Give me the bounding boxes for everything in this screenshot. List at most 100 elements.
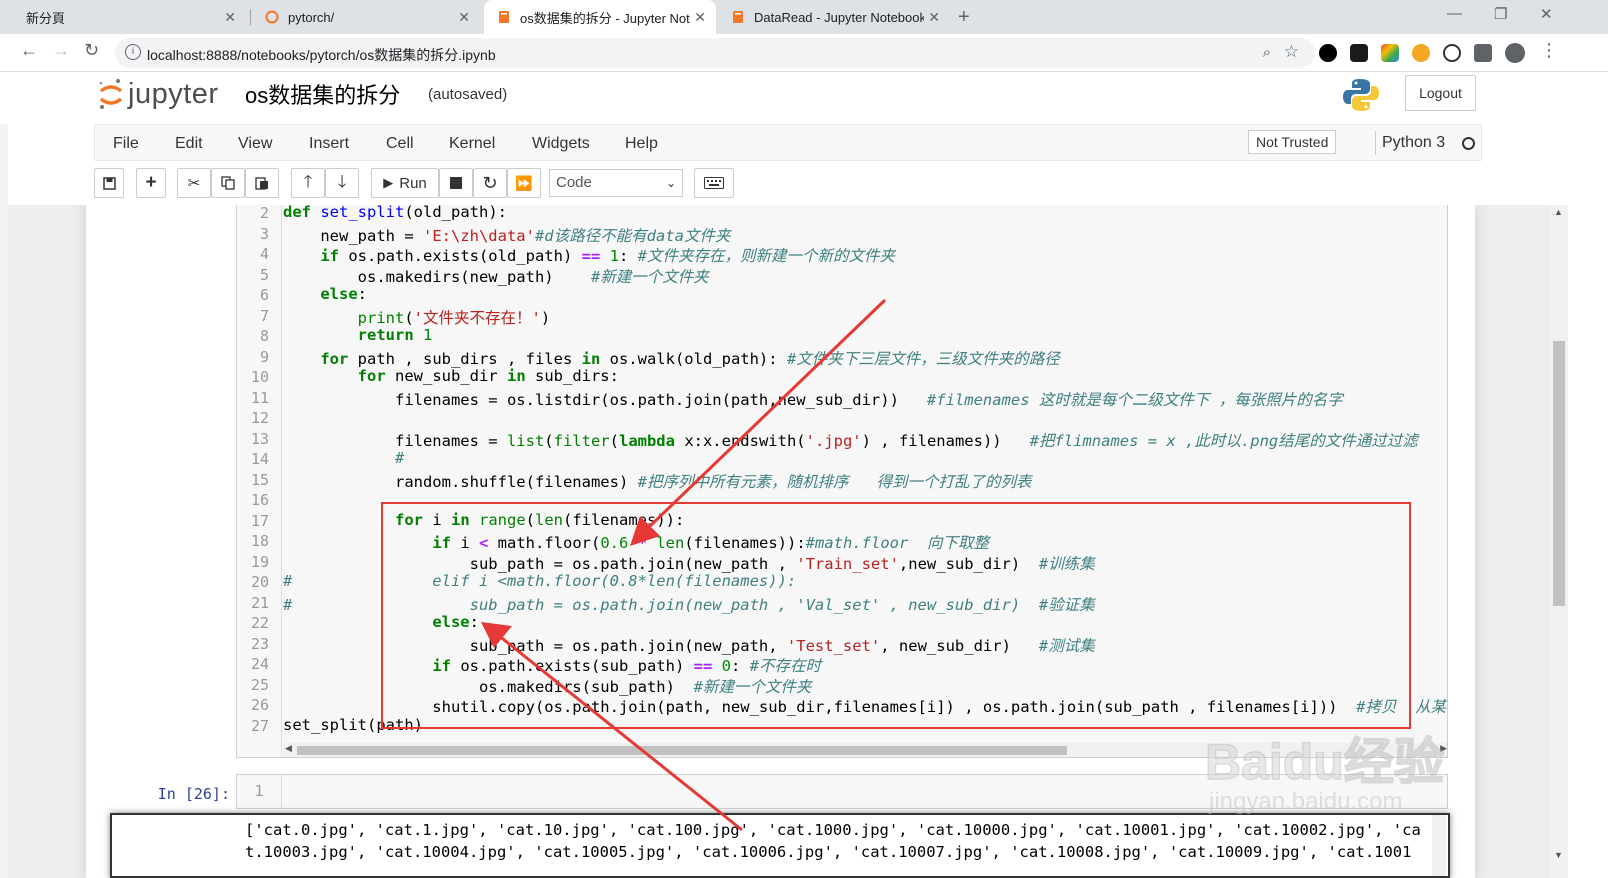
extension-icon[interactable]	[1412, 44, 1430, 62]
menu-kernel[interactable]: Kernel	[449, 135, 495, 153]
url-omnibox[interactable]: i localhost:8888/notebooks/pytorch/os数据集…	[115, 38, 1315, 68]
cell-type-value: Code	[556, 174, 592, 191]
close-icon[interactable]: ✕	[458, 9, 470, 26]
code-line[interactable]: else:	[283, 613, 479, 631]
tab-title: 新分頁	[26, 10, 66, 26]
cell-type-select[interactable]: Code ⌄	[549, 169, 683, 197]
line-number: 25	[250, 675, 269, 694]
extension-icon[interactable]	[1443, 44, 1461, 62]
horizontal-scroll-thumb[interactable]	[297, 746, 1067, 755]
code-line[interactable]: for i in range(len(filenames)):	[283, 511, 684, 529]
vertical-scroll-thumb[interactable]	[1553, 341, 1565, 606]
extension-icon[interactable]	[1319, 44, 1337, 62]
code-line[interactable]: for path , sub_dirs , files in os.walk(o…	[283, 347, 1059, 369]
page-vertical-scrollbar[interactable]: ▲ ▼	[1550, 205, 1568, 878]
cell-prompt: In [26]:	[157, 785, 230, 803]
code-line[interactable]: print('文件夹不存在！')	[283, 306, 551, 328]
scroll-down-icon[interactable]: ▼	[1554, 850, 1563, 860]
code-line[interactable]: os.makedirs(new_path) #新建一个文件夹	[283, 265, 709, 287]
left-edge-strip	[0, 72, 8, 878]
code-line[interactable]: filenames = os.listdir(os.path.join(path…	[283, 388, 1343, 410]
url-text[interactable]: localhost:8888/notebooks/pytorch/os数据集的拆…	[147, 45, 496, 65]
paste-icon[interactable]	[245, 168, 279, 198]
menu-cell[interactable]: Cell	[386, 135, 414, 153]
code-line[interactable]: if os.path.exists(sub_path) == 0: #不存在时	[283, 654, 821, 676]
scroll-left-icon[interactable]: ◀	[285, 743, 292, 754]
back-icon[interactable]: ←	[20, 40, 38, 61]
close-window-button[interactable]: ✕	[1540, 5, 1553, 23]
line-number: 8	[259, 327, 269, 345]
code-line[interactable]: return 1	[283, 326, 433, 344]
code-line[interactable]: for new_sub_dir in sub_dirs:	[283, 367, 619, 385]
puzzle-extensions-icon[interactable]	[1474, 44, 1492, 62]
site-info-icon[interactable]: i	[125, 44, 141, 60]
profile-avatar-icon[interactable]	[1505, 43, 1525, 63]
bookmark-star-icon[interactable]: ☆	[1284, 42, 1299, 62]
extension-icon[interactable]	[1350, 44, 1368, 62]
code-line[interactable]: sub_path = os.path.join(new_path, 'Test_…	[283, 634, 1095, 656]
reload-icon[interactable]: ↻	[84, 40, 99, 61]
code-line[interactable]: filenames = list(filter(lambda x:x.endsw…	[283, 429, 1418, 451]
output-scrollbar[interactable]	[1432, 815, 1446, 876]
code-line[interactable]: shutil.copy(os.path.join(path, new_sub_d…	[283, 695, 1446, 717]
new-tab-button[interactable]: +	[958, 6, 970, 29]
maximize-button[interactable]: ❐	[1494, 5, 1507, 23]
keyboard-shortcuts-icon[interactable]	[694, 168, 734, 198]
menu-view[interactable]: View	[238, 135, 272, 153]
menu-widgets[interactable]: Widgets	[532, 135, 590, 153]
forward-icon[interactable]: →	[52, 40, 70, 61]
code-line[interactable]: # elif i <math.floor(0.8*len(filenames))…	[283, 572, 796, 590]
tab-pytorch[interactable]: pytorch/ ✕	[252, 0, 480, 34]
stop-icon[interactable]	[439, 168, 473, 198]
code-line[interactable]: if os.path.exists(old_path) == 1: #文件夹存在…	[283, 244, 895, 266]
tab-new-tab[interactable]: 新分頁 ✕	[14, 0, 246, 34]
kernel-name[interactable]: Python 3	[1382, 134, 1445, 152]
jupyter-logo[interactable]: jupyter	[98, 77, 219, 111]
extension-icon[interactable]	[1381, 44, 1399, 62]
add-cell-icon[interactable]: +	[136, 168, 166, 198]
menu-file[interactable]: File	[113, 135, 139, 153]
code-line[interactable]: new_path = 'E:\zh\data'#d该路径不能有data文件夹	[283, 224, 730, 246]
kernel-separator	[1375, 131, 1376, 155]
copy-icon[interactable]	[211, 168, 245, 198]
menu-edit[interactable]: Edit	[175, 135, 203, 153]
close-icon[interactable]: ✕	[224, 9, 236, 26]
code-line[interactable]: sub_path = os.path.join(new_path , 'Trai…	[283, 552, 1095, 574]
code-line[interactable]: # sub_path = os.path.join(new_path , 'Va…	[283, 593, 1095, 615]
line-number: 10	[250, 368, 269, 386]
move-down-icon[interactable]: 🡓	[325, 168, 359, 198]
trust-status-button[interactable]: Not Trusted	[1248, 130, 1337, 154]
menu-insert[interactable]: Insert	[309, 135, 349, 153]
tab-dataread-notebook[interactable]: DataRead - Jupyter Notebook ✕	[718, 0, 950, 34]
code-cell[interactable]: 2 3 4 5 6 7 8 9 10 11 12 13 14 15 16 17 …	[236, 205, 1448, 758]
code-line[interactable]: random.shuffle(filenames) #把序列中所有元素，随机排序…	[283, 470, 1031, 492]
zoom-icon[interactable]: ⌕	[1263, 44, 1271, 61]
horizontal-scrollbar[interactable]: ◀ ▶	[283, 743, 1447, 757]
cut-icon[interactable]: ✂	[177, 168, 211, 198]
restart-kernel-icon[interactable]: ↻	[473, 168, 507, 198]
code-editor[interactable]: def set_split(old_path): new_path = 'E:\…	[283, 205, 1447, 757]
code-cell-2[interactable]: 1	[236, 774, 1448, 809]
save-icon[interactable]	[94, 168, 124, 198]
close-icon[interactable]: ✕	[694, 9, 706, 26]
line-number: 1	[237, 775, 282, 808]
scroll-right-icon[interactable]: ▶	[1440, 743, 1447, 754]
code-line[interactable]: if i < math.floor(0.6 * len(filenames)):…	[283, 531, 989, 553]
tab-separator	[250, 9, 251, 25]
code-line[interactable]: os.makedirs(sub_path) #新建一个文件夹	[283, 675, 812, 697]
run-button[interactable]: ▶ Run	[371, 168, 439, 198]
logout-button[interactable]: Logout	[1405, 75, 1476, 111]
more-menu-icon[interactable]: ⋮	[1540, 40, 1558, 61]
minimize-button[interactable]: —	[1447, 5, 1462, 22]
close-icon[interactable]: ✕	[928, 9, 940, 26]
restart-run-all-icon[interactable]: ⏩	[507, 168, 541, 198]
code-line[interactable]: else:	[283, 285, 367, 303]
code-line[interactable]: #	[283, 449, 404, 467]
move-up-icon[interactable]: 🡑	[291, 168, 325, 198]
code-line[interactable]: def set_split(old_path):	[283, 205, 507, 221]
menu-help[interactable]: Help	[625, 135, 658, 153]
notebook-title[interactable]: os数据集的拆分	[245, 78, 400, 110]
code-line[interactable]: set_split(path)	[283, 716, 423, 734]
tab-os-split-notebook[interactable]: os数据集的拆分 - Jupyter Notel ✕	[484, 0, 716, 34]
scroll-up-icon[interactable]: ▲	[1554, 207, 1563, 217]
